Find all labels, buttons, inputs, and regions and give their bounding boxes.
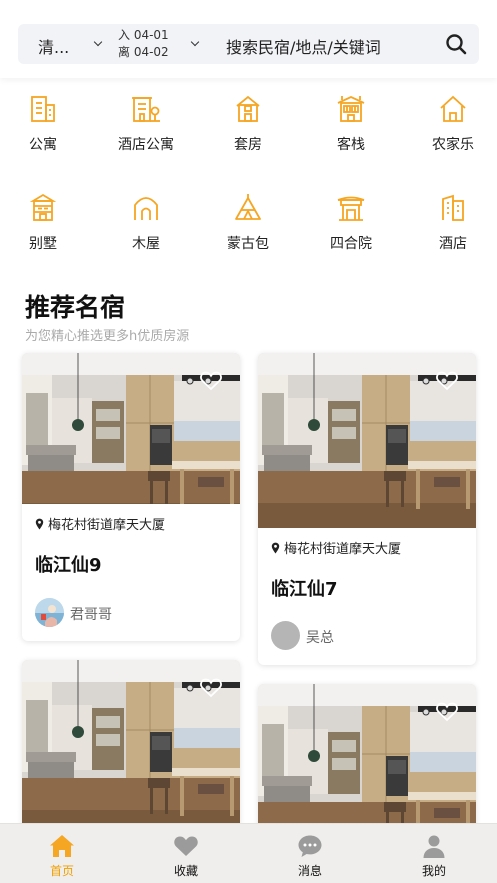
chevron-down-icon[interactable]	[93, 37, 103, 47]
inn-icon	[337, 96, 365, 122]
listing-photo[interactable]	[22, 353, 240, 504]
location-text: 梅花村街道摩天大厦	[284, 542, 402, 557]
favorite-heart-icon[interactable]	[436, 702, 458, 722]
location-pin-icon	[271, 542, 280, 554]
category-label: 别墅	[29, 236, 57, 252]
listing-name: 临江仙9	[35, 555, 102, 576]
category-label: 蒙古包	[227, 236, 269, 252]
listing-photo[interactable]	[258, 353, 476, 528]
checkout-date: 离 04-02	[118, 45, 169, 59]
section-subtitle: 为您精心推选更多h优质房源	[25, 329, 190, 344]
search-header: 清... 入 04-01 离 04-02 搜索民宿/地点/关键词	[0, 0, 497, 78]
tab-profile[interactable]: 我的	[372, 824, 496, 883]
farmhouse-icon	[440, 95, 466, 122]
category-label: 套房	[234, 137, 262, 153]
bottom-tab-bar: 首页 收藏 消息 我的	[0, 823, 497, 883]
checkin-date: 入 04-01	[118, 28, 169, 42]
tab-messages[interactable]: 消息	[248, 824, 372, 883]
tab-favorites[interactable]: 收藏	[124, 824, 248, 883]
city-selector[interactable]: 清...	[38, 34, 69, 58]
category-label: 四合院	[330, 236, 372, 252]
listing-card[interactable]: 梅花村街道摩天大厦 临江仙9 君哥哥	[22, 353, 240, 641]
favorite-heart-icon[interactable]	[436, 371, 458, 391]
tab-label: 我的	[421, 864, 446, 878]
tab-label: 收藏	[173, 864, 198, 878]
section-title: 推荐名宿	[25, 293, 126, 322]
location-pin-icon	[35, 518, 44, 530]
category-hotel-apartment[interactable]: 酒店公寓	[101, 94, 191, 154]
hotel-apartment-icon	[132, 97, 160, 122]
courtyard-icon	[337, 196, 365, 221]
favorite-heart-icon[interactable]	[200, 678, 222, 698]
favorite-heart-icon[interactable]	[200, 371, 222, 391]
category-cabin[interactable]: 木屋	[101, 193, 191, 253]
search-button[interactable]	[443, 31, 469, 57]
message-icon	[298, 835, 322, 857]
home-icon	[50, 835, 74, 857]
search-input[interactable]: 搜索民宿/地点/关键词	[226, 34, 381, 58]
listing-location: 梅花村街道摩天大厦	[35, 514, 165, 533]
category-label: 客栈	[337, 137, 365, 153]
host-avatar	[271, 621, 300, 650]
listing-name: 临江仙7	[271, 579, 338, 600]
search-bar[interactable]: 清... 入 04-01 离 04-02 搜索民宿/地点/关键词	[18, 24, 479, 64]
heart-icon	[174, 836, 198, 856]
chevron-down-icon[interactable]	[190, 37, 200, 47]
category-villa[interactable]: 别墅	[0, 193, 88, 253]
listing-location: 梅花村街道摩天大厦	[271, 538, 401, 557]
search-icon	[446, 34, 467, 55]
category-yurt[interactable]: 蒙古包	[203, 193, 293, 253]
hotel-icon	[442, 194, 464, 221]
user-icon	[423, 835, 445, 858]
apartment-icon	[31, 96, 55, 122]
host-name: 吴总	[306, 630, 334, 646]
category-apartment[interactable]: 公寓	[0, 94, 88, 154]
location-text: 梅花村街道摩天大厦	[48, 518, 166, 533]
tab-label: 首页	[49, 864, 74, 878]
category-suite[interactable]: 套房	[203, 94, 293, 154]
villa-icon	[29, 193, 57, 221]
category-hotel[interactable]: 酒店	[408, 193, 497, 253]
host-name: 君哥哥	[70, 607, 112, 623]
category-inn[interactable]: 客栈	[306, 94, 396, 154]
yurt-icon	[235, 194, 261, 220]
category-label: 酒店	[439, 236, 467, 252]
category-courtyard[interactable]: 四合院	[306, 193, 396, 253]
app-page: 清... 入 04-01 离 04-02 搜索民宿/地点/关键词 公寓 酒店公寓…	[0, 0, 497, 883]
suite-icon	[236, 95, 260, 122]
category-farmhouse[interactable]: 农家乐	[408, 94, 497, 154]
date-selector[interactable]: 入 04-01 离 04-02	[118, 27, 169, 61]
host-avatar	[35, 598, 64, 627]
category-label: 公寓	[29, 137, 57, 153]
cabin-icon	[134, 197, 158, 220]
category-label: 酒店公寓	[118, 137, 174, 153]
category-label: 木屋	[132, 236, 160, 252]
listing-card[interactable]: 梅花村街道摩天大厦 临江仙7 吴总	[258, 353, 476, 665]
category-label: 农家乐	[432, 137, 474, 153]
tab-label: 消息	[297, 864, 322, 878]
tab-home[interactable]: 首页	[0, 824, 124, 883]
